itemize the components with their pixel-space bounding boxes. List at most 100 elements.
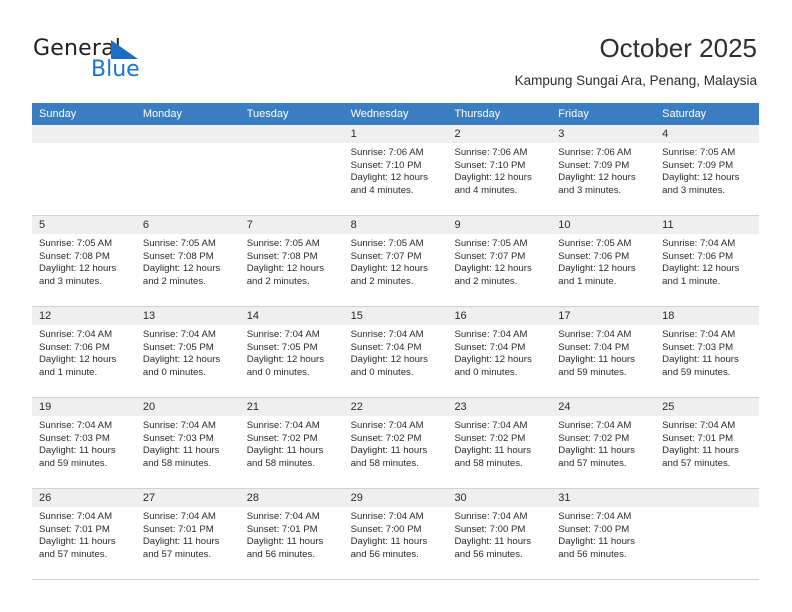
calendar-week-row: 12 Sunrise: 7:04 AM Sunset: 7:06 PM Dayl… — [32, 307, 760, 398]
day-cell[interactable]: 7 Sunrise: 7:05 AM Sunset: 7:08 PM Dayli… — [239, 216, 344, 306]
logo-text-blue: Blue — [91, 57, 140, 82]
day-cell[interactable]: 25 Sunrise: 7:04 AM Sunset: 7:01 PM Dayl… — [655, 398, 760, 488]
daylight-text-line2: and 1 minute. — [662, 275, 721, 287]
day-details — [655, 507, 759, 511]
day-cell[interactable]: 28 Sunrise: 7:04 AM Sunset: 7:01 PM Dayl… — [239, 489, 344, 579]
sunrise-text: Sunrise: 7:04 AM — [454, 420, 528, 431]
day-cell[interactable]: 1 Sunrise: 7:06 AM Sunset: 7:10 PM Dayli… — [343, 125, 448, 215]
day-cell[interactable]: 13 Sunrise: 7:04 AM Sunset: 7:05 PM Dayl… — [135, 307, 240, 397]
day-details: Sunrise: 7:04 AM Sunset: 7:01 PM Dayligh… — [655, 416, 759, 470]
daylight-text-line2: and 2 minutes. — [454, 275, 518, 287]
day-number: 28 — [239, 489, 344, 507]
day-cell[interactable] — [239, 125, 344, 215]
daylight-text-line2: and 59 minutes. — [39, 457, 108, 469]
day-cell[interactable] — [655, 489, 760, 579]
daylight-text-line1: Daylight: 12 hours — [142, 263, 221, 275]
day-cell[interactable]: 27 Sunrise: 7:04 AM Sunset: 7:01 PM Dayl… — [135, 489, 240, 579]
day-cell[interactable]: 31 Sunrise: 7:04 AM Sunset: 7:00 PM Dayl… — [551, 489, 656, 579]
day-number: 17 — [551, 307, 656, 325]
sunset-text: Sunset: 7:03 PM — [39, 432, 110, 444]
day-cell[interactable]: 17 Sunrise: 7:04 AM Sunset: 7:04 PM Dayl… — [551, 307, 656, 397]
day-cell[interactable]: 21 Sunrise: 7:04 AM Sunset: 7:02 PM Dayl… — [239, 398, 344, 488]
day-cell[interactable]: 15 Sunrise: 7:04 AM Sunset: 7:04 PM Dayl… — [343, 307, 448, 397]
day-details: Sunrise: 7:04 AM Sunset: 7:03 PM Dayligh… — [32, 416, 136, 470]
daylight-text-line2: and 3 minutes. — [558, 184, 622, 196]
day-cell[interactable]: 18 Sunrise: 7:04 AM Sunset: 7:03 PM Dayl… — [655, 307, 760, 397]
day-details: Sunrise: 7:04 AM Sunset: 7:04 PM Dayligh… — [344, 325, 448, 379]
daylight-text-line1: Daylight: 11 hours — [558, 354, 635, 366]
day-cell[interactable] — [135, 125, 240, 215]
daylight-text-line1: Daylight: 12 hours — [246, 354, 325, 366]
title-block: October 2025 Kampung Sungai Ara, Penang,… — [515, 32, 757, 90]
day-cell[interactable]: 4 Sunrise: 7:05 AM Sunset: 7:09 PM Dayli… — [655, 125, 760, 215]
sunrise-text: Sunrise: 7:05 AM — [142, 238, 216, 249]
sunrise-text: Sunrise: 7:04 AM — [350, 329, 424, 340]
sunset-text: Sunset: 7:09 PM — [558, 159, 630, 171]
sunrise-text: Sunrise: 7:06 AM — [350, 147, 424, 158]
daylight-text-line1: Daylight: 11 hours — [142, 536, 220, 548]
daylight-text-line1: Daylight: 12 hours — [246, 263, 325, 275]
day-cell[interactable]: 14 Sunrise: 7:04 AM Sunset: 7:05 PM Dayl… — [239, 307, 344, 397]
day-cell[interactable]: 11 Sunrise: 7:04 AM Sunset: 7:06 PM Dayl… — [655, 216, 760, 306]
day-cell[interactable]: 9 Sunrise: 7:05 AM Sunset: 7:07 PM Dayli… — [447, 216, 552, 306]
day-cell[interactable]: 3 Sunrise: 7:06 AM Sunset: 7:09 PM Dayli… — [551, 125, 656, 215]
day-cell[interactable]: 24 Sunrise: 7:04 AM Sunset: 7:02 PM Dayl… — [551, 398, 656, 488]
day-details: Sunrise: 7:04 AM Sunset: 7:02 PM Dayligh… — [447, 416, 551, 470]
day-number: 8 — [343, 216, 448, 234]
day-cell[interactable]: 5 Sunrise: 7:05 AM Sunset: 7:08 PM Dayli… — [32, 216, 136, 306]
calendar-week-row: 5 Sunrise: 7:05 AM Sunset: 7:08 PM Dayli… — [32, 216, 760, 307]
day-cell[interactable]: 30 Sunrise: 7:04 AM Sunset: 7:00 PM Dayl… — [447, 489, 552, 579]
daylight-text-line1: Daylight: 12 hours — [558, 263, 636, 275]
sunrise-text: Sunrise: 7:04 AM — [246, 511, 320, 522]
weekday-monday: Monday — [142, 108, 182, 120]
daylight-text-line1: Daylight: 11 hours — [454, 445, 532, 457]
day-cell[interactable] — [32, 125, 136, 215]
day-number: 25 — [655, 398, 760, 416]
day-details: Sunrise: 7:04 AM Sunset: 7:03 PM Dayligh… — [136, 416, 240, 470]
day-cell[interactable]: 12 Sunrise: 7:04 AM Sunset: 7:06 PM Dayl… — [32, 307, 136, 397]
day-cell[interactable]: 22 Sunrise: 7:04 AM Sunset: 7:02 PM Dayl… — [343, 398, 448, 488]
day-cell[interactable]: 16 Sunrise: 7:04 AM Sunset: 7:04 PM Dayl… — [447, 307, 552, 397]
day-cell[interactable]: 2 Sunrise: 7:06 AM Sunset: 7:10 PM Dayli… — [447, 125, 552, 215]
daylight-text-line2: and 57 minutes. — [39, 548, 108, 560]
day-number: 21 — [239, 398, 344, 416]
day-cell[interactable]: 29 Sunrise: 7:04 AM Sunset: 7:00 PM Dayl… — [343, 489, 448, 579]
sunrise-text: Sunrise: 7:05 AM — [350, 238, 424, 249]
day-cell[interactable]: 8 Sunrise: 7:05 AM Sunset: 7:07 PM Dayli… — [343, 216, 448, 306]
daylight-text-line1: Daylight: 11 hours — [350, 445, 428, 457]
generalblue-logo: General Blue — [33, 36, 213, 86]
day-cell[interactable]: 20 Sunrise: 7:04 AM Sunset: 7:03 PM Dayl… — [135, 398, 240, 488]
day-cell[interactable]: 23 Sunrise: 7:04 AM Sunset: 7:02 PM Dayl… — [447, 398, 552, 488]
daylight-text-line1: Daylight: 12 hours — [142, 354, 221, 366]
sunrise-text: Sunrise: 7:04 AM — [39, 511, 113, 522]
day-cell[interactable]: 19 Sunrise: 7:04 AM Sunset: 7:03 PM Dayl… — [32, 398, 136, 488]
daylight-text-line2: and 59 minutes. — [662, 366, 731, 378]
daylight-text-line1: Daylight: 11 hours — [454, 536, 532, 548]
calendar-grid: Sunday Monday Tuesday Wednesday Thursday… — [32, 103, 760, 580]
day-details: Sunrise: 7:04 AM Sunset: 7:02 PM Dayligh… — [344, 416, 448, 470]
day-details — [240, 143, 344, 147]
day-cell[interactable]: 6 Sunrise: 7:05 AM Sunset: 7:08 PM Dayli… — [135, 216, 240, 306]
sunrise-text: Sunrise: 7:06 AM — [558, 147, 632, 158]
sunrise-text: Sunrise: 7:04 AM — [350, 420, 424, 431]
daylight-text-line2: and 59 minutes. — [558, 366, 627, 378]
sunset-text: Sunset: 7:07 PM — [350, 250, 422, 262]
daylight-text-line2: and 0 minutes. — [350, 366, 414, 378]
daylight-text-line2: and 57 minutes. — [662, 457, 731, 469]
day-number: 9 — [447, 216, 552, 234]
daylight-text-line1: Daylight: 11 hours — [246, 536, 324, 548]
daylight-text-line2: and 56 minutes. — [350, 548, 419, 560]
day-cell[interactable]: 10 Sunrise: 7:05 AM Sunset: 7:06 PM Dayl… — [551, 216, 656, 306]
day-number: 16 — [447, 307, 552, 325]
sunset-text: Sunset: 7:10 PM — [350, 159, 422, 171]
sunrise-text: Sunrise: 7:04 AM — [662, 238, 736, 249]
daylight-text-line2: and 4 minutes. — [454, 184, 518, 196]
day-details: Sunrise: 7:05 AM Sunset: 7:07 PM Dayligh… — [447, 234, 551, 288]
day-cell[interactable]: 26 Sunrise: 7:04 AM Sunset: 7:01 PM Dayl… — [32, 489, 136, 579]
sunset-text: Sunset: 7:00 PM — [350, 523, 422, 535]
day-number: 13 — [135, 307, 240, 325]
sunset-text: Sunset: 7:06 PM — [558, 250, 630, 262]
day-details: Sunrise: 7:06 AM Sunset: 7:09 PM Dayligh… — [551, 143, 655, 197]
day-number: 31 — [551, 489, 656, 507]
daylight-text-line1: Daylight: 11 hours — [662, 354, 739, 366]
